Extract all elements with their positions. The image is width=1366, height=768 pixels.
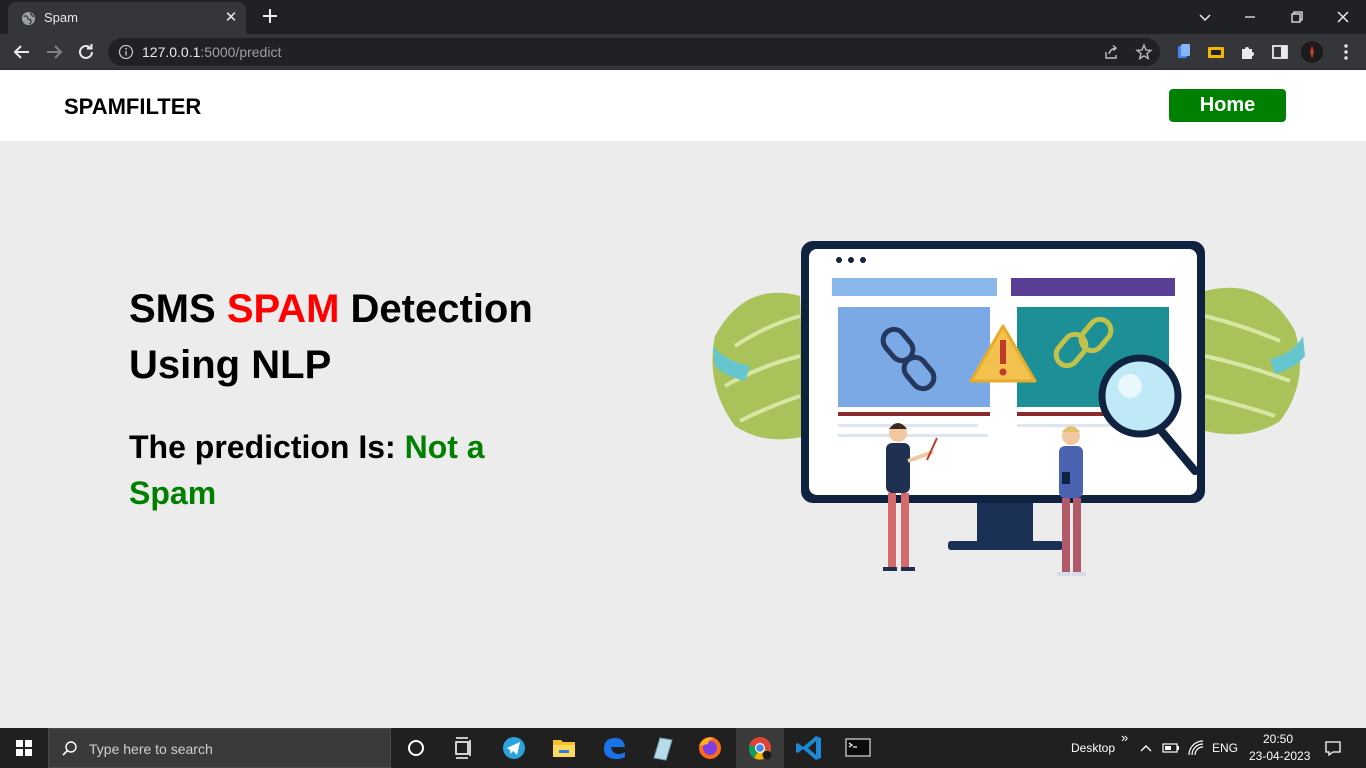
close-tab-icon[interactable]: ✕ bbox=[222, 9, 240, 27]
url-path: :5000/predict bbox=[200, 44, 282, 60]
profile-avatar-icon[interactable] bbox=[1300, 40, 1324, 64]
title-detection: Detection bbox=[350, 287, 533, 331]
left-leaf-decoration bbox=[712, 292, 805, 440]
share-icon[interactable] bbox=[1102, 43, 1120, 61]
title-sms: SMS bbox=[129, 287, 216, 331]
desktop-toolbar-label[interactable]: Desktop bbox=[1071, 741, 1115, 755]
clock-date[interactable]: 23-04-2023 bbox=[1249, 749, 1310, 763]
globe-icon bbox=[21, 11, 36, 26]
minimize-icon[interactable] bbox=[1238, 5, 1262, 29]
notepad-app-icon[interactable] bbox=[638, 728, 686, 768]
back-icon[interactable] bbox=[10, 40, 34, 64]
extension-docs-icon[interactable] bbox=[1172, 40, 1196, 64]
cortana-icon[interactable] bbox=[392, 728, 440, 768]
task-view-icon[interactable] bbox=[440, 728, 488, 768]
chrome-menu-icon[interactable] bbox=[1334, 40, 1358, 64]
search-placeholder: Type here to search bbox=[89, 741, 213, 757]
prediction-result: The prediction Is: Not a Spam bbox=[129, 424, 549, 516]
toolbar-overflow-chevron[interactable]: » bbox=[1121, 730, 1128, 745]
page-title: SMS SPAM Detection Using NLP bbox=[129, 281, 599, 393]
title-using: Using bbox=[129, 343, 241, 387]
notification-center-icon[interactable] bbox=[1324, 739, 1342, 757]
taskbar-search-box[interactable]: Type here to search bbox=[48, 728, 391, 768]
show-hidden-icons-icon[interactable] bbox=[1138, 740, 1154, 756]
title-nlp: NLP bbox=[251, 343, 332, 387]
battery-icon[interactable] bbox=[1162, 740, 1180, 756]
extensions-puzzle-icon[interactable] bbox=[1236, 40, 1260, 64]
new-tab-icon[interactable] bbox=[260, 6, 280, 26]
tab-title: Spam bbox=[44, 10, 78, 25]
main-content: SMS SPAM Detection Using NLP The predict… bbox=[0, 141, 1366, 727]
browser-toolbar: 127.0.0.1:5000/predict bbox=[0, 34, 1366, 70]
side-panel-icon[interactable] bbox=[1268, 40, 1292, 64]
wifi-icon[interactable] bbox=[1187, 739, 1205, 757]
search-icon bbox=[62, 741, 77, 756]
windows-taskbar: Type here to search Desktop » ENG 20:50 … bbox=[0, 728, 1366, 768]
restore-icon[interactable] bbox=[1285, 5, 1309, 29]
close-window-icon[interactable] bbox=[1331, 5, 1355, 29]
brand-logo-text[interactable]: SPAMFILTER bbox=[64, 94, 201, 120]
address-bar[interactable]: 127.0.0.1:5000/predict bbox=[108, 38, 1160, 66]
home-button[interactable]: Home bbox=[1169, 89, 1286, 122]
firefox-icon[interactable] bbox=[686, 728, 734, 768]
prediction-label: The prediction Is: bbox=[129, 429, 396, 465]
chrome-icon[interactable] bbox=[736, 728, 784, 768]
right-leaf-decoration bbox=[1204, 287, 1305, 435]
edge-icon[interactable] bbox=[590, 728, 638, 768]
terminal-icon[interactable] bbox=[834, 728, 882, 768]
telegram-icon[interactable] bbox=[490, 728, 538, 768]
reload-icon[interactable] bbox=[74, 40, 98, 64]
forward-icon[interactable] bbox=[42, 40, 66, 64]
vscode-icon[interactable] bbox=[786, 728, 834, 768]
language-indicator[interactable]: ENG bbox=[1212, 741, 1238, 755]
spam-detection-illustration bbox=[712, 241, 1305, 576]
file-explorer-icon[interactable] bbox=[540, 728, 588, 768]
bookmark-star-icon[interactable] bbox=[1135, 43, 1153, 61]
extension-folder-icon[interactable] bbox=[1204, 40, 1228, 64]
windows-start-icon[interactable] bbox=[0, 728, 48, 768]
clock-time[interactable]: 20:50 bbox=[1263, 732, 1293, 746]
site-navbar: SPAMFILTER Home bbox=[0, 70, 1366, 141]
url-host: 127.0.0.1 bbox=[142, 44, 201, 60]
tab-search-icon[interactable] bbox=[1193, 5, 1217, 29]
browser-tab[interactable]: Spam ✕ bbox=[8, 2, 246, 34]
url-text[interactable]: 127.0.0.1:5000/predict bbox=[142, 44, 281, 60]
site-info-icon[interactable] bbox=[118, 44, 134, 60]
browser-tab-strip: Spam ✕ bbox=[0, 0, 1366, 34]
title-spam: SPAM bbox=[226, 287, 340, 331]
